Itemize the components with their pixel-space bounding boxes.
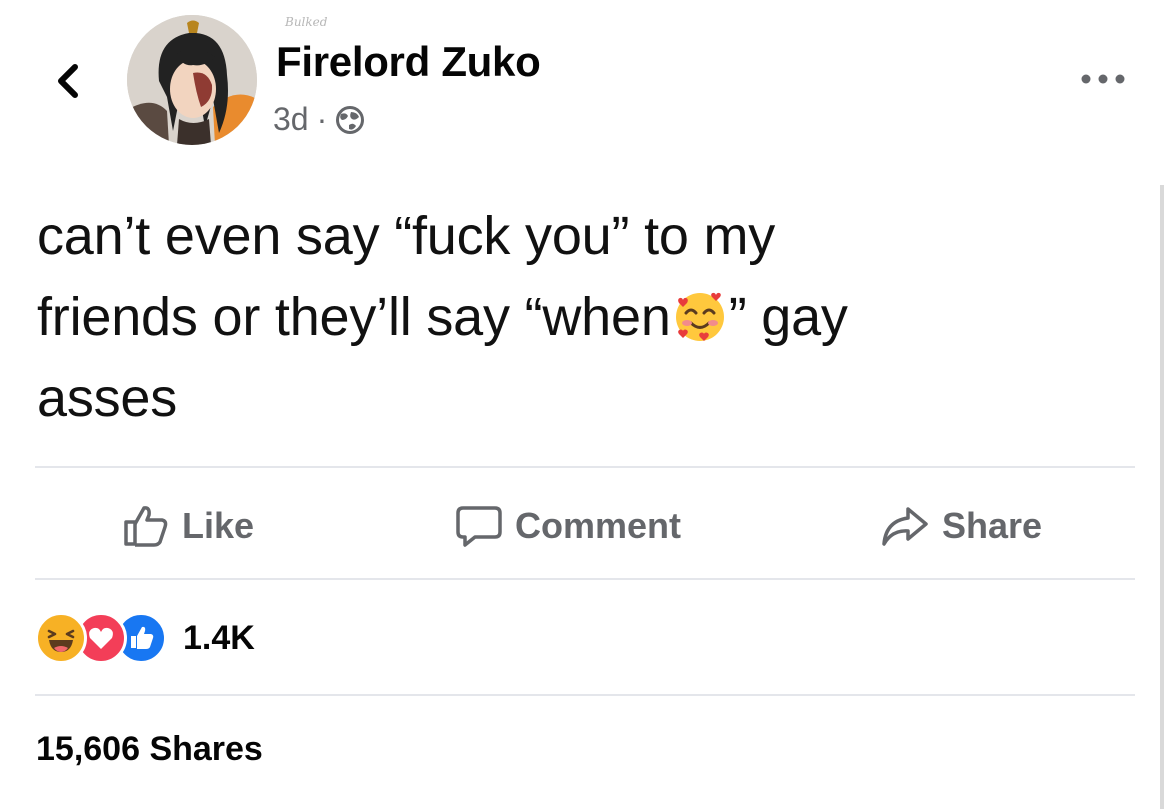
globe-icon [336, 105, 365, 134]
meta-separator: · [316, 101, 328, 137]
comment-button[interactable]: Comment [455, 504, 681, 548]
facebook-post: Bulked Firelord Zuko 3d · can’t even say… [0, 0, 1168, 809]
post-time[interactable]: 3d [273, 101, 309, 138]
share-arrow-icon [882, 507, 928, 546]
haha-icon [35, 612, 87, 664]
comment-bubble-icon [456, 506, 502, 547]
more-options-button[interactable] [1076, 64, 1130, 94]
comment-label: Comment [515, 505, 682, 546]
action-bar: Like Comment Share [35, 468, 1135, 578]
like-button[interactable]: Like [122, 504, 254, 548]
post-text-fragment: ” gay [728, 287, 848, 347]
like-label: Like [182, 505, 255, 546]
more-dots-icon [1081, 74, 1125, 84]
post-text-fragment: friends or they’ll say “when [37, 287, 671, 347]
author-name[interactable]: Firelord Zuko [276, 38, 541, 86]
share-label: Share [942, 505, 1043, 546]
reaction-count: 1.4K [183, 618, 255, 657]
post-text-line: asses [37, 368, 178, 428]
post-text: can’t even say “fuck you” to my friends … [37, 196, 1117, 439]
shares-count[interactable]: 15,606 Shares [36, 730, 263, 769]
share-button[interactable]: Share [880, 504, 1042, 548]
avatar[interactable] [127, 15, 257, 145]
divider [35, 694, 1135, 696]
thumbs-up-icon [124, 506, 168, 547]
post-meta: 3d · [273, 101, 365, 138]
back-button[interactable] [50, 58, 86, 104]
avatar-badge-text: Bulked [285, 15, 328, 29]
divider [35, 578, 1135, 580]
post-text-line: friends or they’ll say “when ” gay [37, 277, 1117, 358]
scrollbar[interactable] [1160, 185, 1164, 809]
post-text-line: can’t even say “fuck you” to my [37, 206, 776, 266]
chevron-left-icon [58, 64, 78, 98]
smiling-face-with-hearts-icon [673, 285, 727, 341]
reactions-summary[interactable]: 1.4K [35, 612, 255, 664]
